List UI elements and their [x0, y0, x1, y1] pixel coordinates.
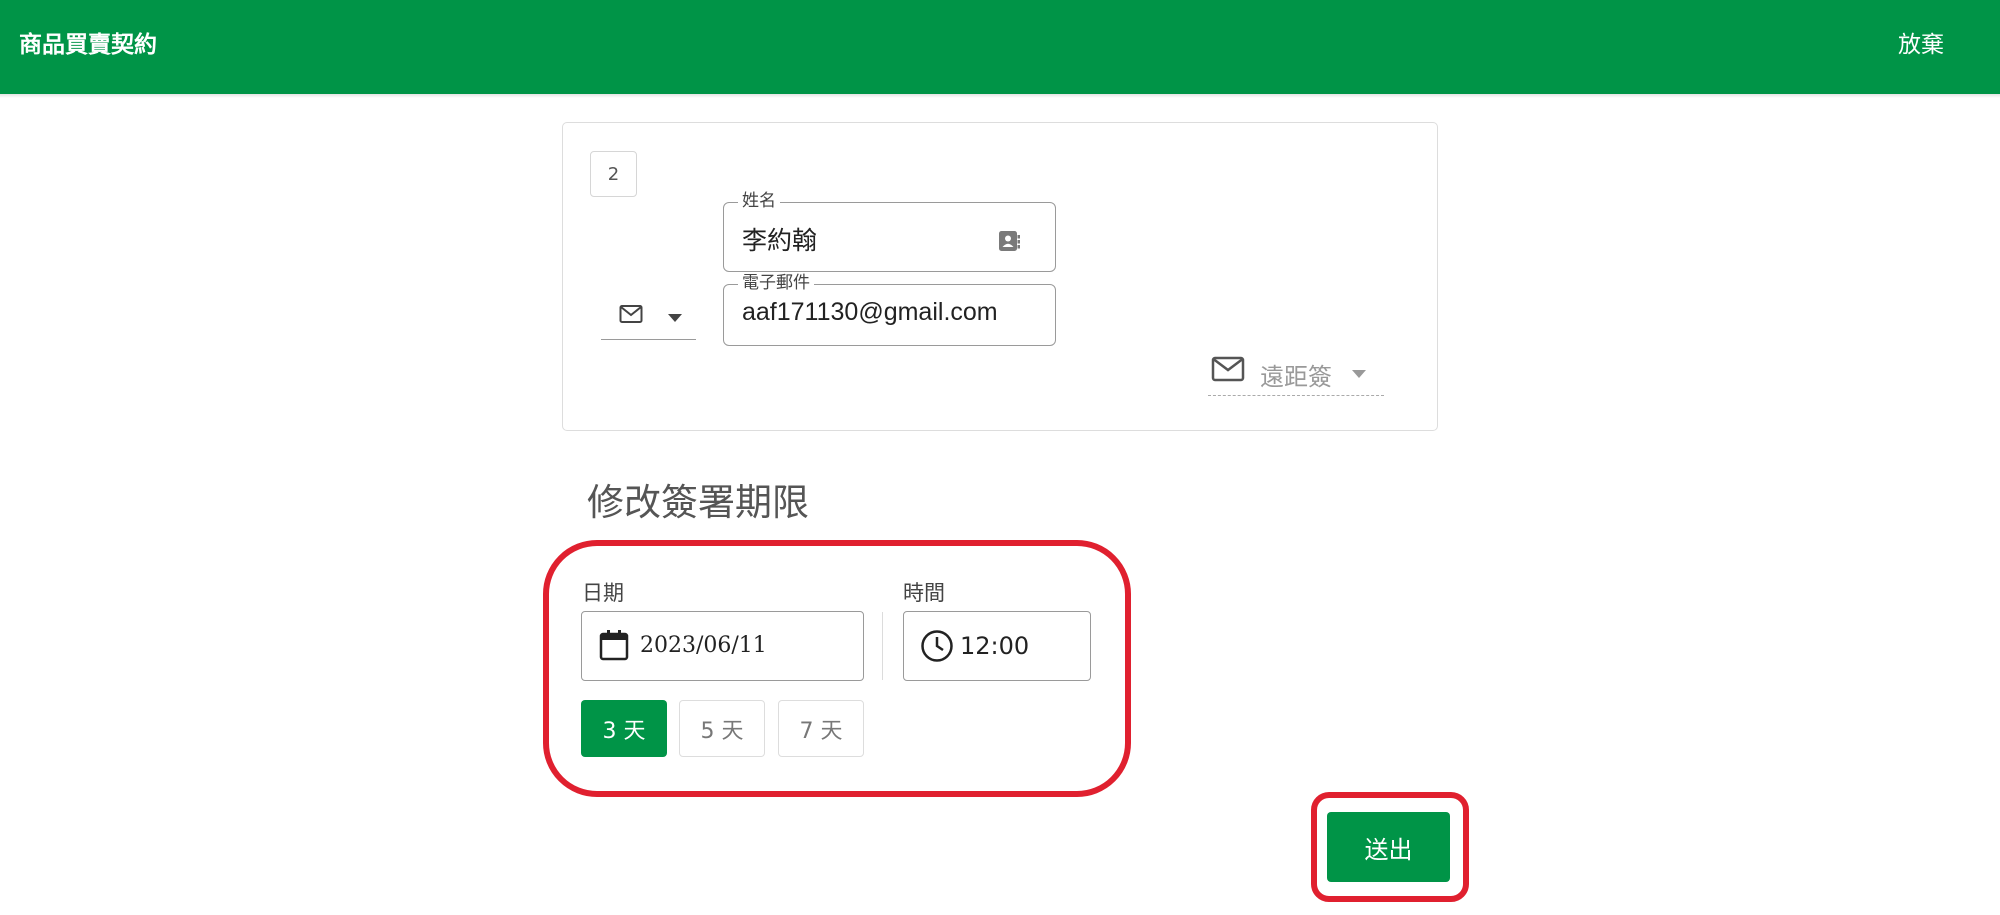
time-picker[interactable]: 12:00 [903, 611, 1091, 681]
date-time-divider [882, 612, 883, 680]
signer-order-badge[interactable]: 2 [590, 151, 637, 197]
name-field[interactable]: 姓名 李約翰 [723, 191, 1056, 272]
top-bar-shadow [0, 94, 2000, 98]
top-app-bar: 商品買賣契約 放棄 [0, 0, 2000, 94]
quick-option-5-days[interactable]: 5 天 [679, 700, 765, 757]
chevron-down-icon [668, 314, 682, 322]
time-value: 12:00 [960, 632, 1030, 660]
date-label: 日期 [582, 581, 624, 605]
delivery-method-select[interactable] [601, 298, 696, 340]
signer-card: 2 姓名 李約翰 電子郵件 aaf171130@gmail.com 遠距簽 [562, 122, 1438, 431]
chevron-down-icon [1352, 370, 1366, 378]
sign-mode-label: 遠距簽 [1260, 363, 1332, 391]
quick-option-3-days[interactable]: 3 天 [581, 700, 667, 757]
calendar-icon [599, 630, 629, 661]
time-label: 時間 [903, 581, 945, 605]
contact-book-icon[interactable] [997, 229, 1021, 253]
date-picker[interactable]: 2023/06/11 [581, 611, 864, 681]
mail-icon [619, 305, 643, 323]
app-title: 商品買賣契約 [19, 32, 157, 58]
sign-mode-select[interactable]: 遠距簽 [1208, 351, 1384, 396]
clock-icon [921, 630, 953, 662]
name-field-label: 姓名 [738, 191, 780, 211]
abandon-button[interactable]: 放棄 [1898, 28, 1944, 62]
email-field[interactable]: 電子郵件 aaf171130@gmail.com [723, 273, 1056, 346]
email-field-value: aaf171130@gmail.com [742, 298, 998, 326]
date-value: 2023/06/11 [640, 633, 767, 658]
name-field-value: 李約翰 [742, 226, 818, 255]
submit-button[interactable]: 送出 [1327, 812, 1450, 882]
mail-icon [1211, 356, 1245, 382]
quick-option-7-days[interactable]: 7 天 [778, 700, 864, 757]
deadline-section-title: 修改簽署期限 [587, 481, 809, 524]
email-field-label: 電子郵件 [738, 273, 814, 293]
